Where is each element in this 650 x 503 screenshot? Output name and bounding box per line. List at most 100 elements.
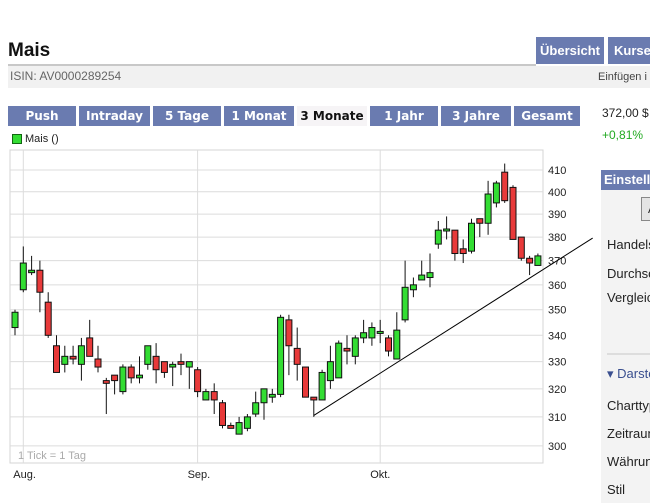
y-tick-label: 350 xyxy=(548,305,566,317)
candle-down xyxy=(102,380,110,384)
candle-up xyxy=(235,422,243,435)
candle-down xyxy=(177,361,185,365)
y-tick-label: 360 xyxy=(548,280,566,292)
candle-down xyxy=(210,391,218,401)
candle-down xyxy=(293,347,301,365)
candle-up xyxy=(351,337,359,357)
candle-down xyxy=(219,402,226,426)
nav-overview-button[interactable]: Übersicht xyxy=(536,37,604,64)
tick-note: 1 Tick = 1 Tag xyxy=(18,450,86,462)
candle-up xyxy=(19,262,27,291)
tab-5-tage[interactable]: 5 Tage xyxy=(153,106,221,126)
candle-down xyxy=(517,236,525,259)
candle-up xyxy=(318,371,326,401)
candlestick-chart: 300 310 320 330 340 350 360 370 380 390 400 410 Aug.… xyxy=(9,149,593,481)
page-title: Mais xyxy=(8,40,51,61)
candle-up xyxy=(61,355,69,365)
candle-up xyxy=(360,332,368,339)
candle-up xyxy=(484,193,492,224)
y-tick-label: 390 xyxy=(548,209,566,221)
candle-down xyxy=(227,424,235,429)
isin-label: ISIN: AV0000289254 xyxy=(10,69,122,83)
tab-intraday[interactable]: Intraday xyxy=(79,106,150,126)
candle-up xyxy=(136,374,143,379)
candle-down xyxy=(385,337,392,352)
y-tick-label: 380 xyxy=(548,232,566,244)
candle-up xyxy=(492,182,500,204)
candle-up xyxy=(77,345,85,365)
display-section-toggle[interactable]: ▾ Darstellung xyxy=(607,366,650,382)
period-label: Zeitraum xyxy=(607,426,650,441)
style-label: Stil xyxy=(607,482,626,497)
candle-up xyxy=(393,329,401,360)
y-tick-label: 310 xyxy=(548,412,566,424)
candle-up xyxy=(401,286,409,321)
candle-down xyxy=(509,186,517,240)
candle-down xyxy=(501,171,509,202)
candle-up xyxy=(409,284,417,291)
candle-down xyxy=(343,347,351,352)
charttype-label: Charttyp xyxy=(607,398,650,413)
candle-up xyxy=(418,274,426,281)
candle-up xyxy=(443,228,451,232)
candle-down xyxy=(152,355,160,371)
candle-up xyxy=(534,255,542,266)
candle-down xyxy=(94,358,102,368)
nav-quotes-button[interactable]: Kurse xyxy=(608,37,650,64)
y-tick-label: 370 xyxy=(548,256,566,268)
candle-up xyxy=(268,393,276,398)
candle-up xyxy=(169,363,177,368)
tab-1-monat[interactable]: 1 Monat xyxy=(224,106,294,126)
candle-down xyxy=(111,374,119,382)
y-tick-label: 330 xyxy=(548,357,566,369)
candle-up xyxy=(434,229,442,245)
candle-up xyxy=(368,327,376,339)
settings-header: Einstellungen xyxy=(601,170,650,190)
insert-link[interactable]: Einfügen i xyxy=(598,71,647,83)
plot-area xyxy=(9,149,544,464)
y-tick-label: 410 xyxy=(548,165,566,177)
tab-1-jahr[interactable]: 1 Jahr xyxy=(370,106,438,126)
candle-up xyxy=(185,361,193,368)
average-label: Durchschnitt xyxy=(607,266,650,281)
candle-down xyxy=(194,369,202,393)
y-tick-label: 340 xyxy=(548,330,566,342)
x-tick-label: Okt. xyxy=(370,469,390,481)
candle-down xyxy=(526,257,534,264)
candle-down xyxy=(127,366,135,379)
tab-3-monate[interactable]: 3 Monate xyxy=(297,106,367,126)
candle-up xyxy=(144,345,152,365)
candle-up xyxy=(28,269,36,274)
y-tick-label: 400 xyxy=(548,187,566,199)
tab-3-jahre[interactable]: 3 Jahre xyxy=(441,106,511,126)
compare-label: Vergleich xyxy=(607,290,650,305)
settings-apply-button[interactable]: A xyxy=(641,197,650,221)
candle-down xyxy=(459,248,467,255)
candle-up xyxy=(11,311,19,329)
candle-down xyxy=(310,396,318,401)
candle-down xyxy=(53,345,60,373)
candle-down xyxy=(44,301,52,336)
tab-push[interactable]: Push xyxy=(8,106,76,126)
candle-up xyxy=(426,272,434,279)
candle-up xyxy=(260,388,268,404)
y-tick-label: 320 xyxy=(548,384,566,396)
quote-price: 372,00 $ xyxy=(602,106,649,120)
x-tick-label: Sep. xyxy=(188,469,211,481)
candle-down xyxy=(86,337,94,357)
candle-up xyxy=(243,416,251,429)
candle-down xyxy=(69,355,77,360)
tab-gesamt[interactable]: Gesamt xyxy=(514,106,580,126)
candle-down xyxy=(285,319,293,347)
candle-up xyxy=(376,330,384,334)
candle-up xyxy=(468,222,475,252)
candle-down xyxy=(302,366,309,398)
isin-bar: ISIN: AV0000289254 Einfügen i xyxy=(8,66,650,88)
y-tick-label: 300 xyxy=(548,441,566,453)
candle-up xyxy=(335,342,343,379)
candle-down xyxy=(451,229,459,255)
candle-down xyxy=(36,269,44,293)
candle-up xyxy=(202,391,210,401)
currency-label: Währung xyxy=(607,454,650,469)
candle-down xyxy=(476,218,484,224)
